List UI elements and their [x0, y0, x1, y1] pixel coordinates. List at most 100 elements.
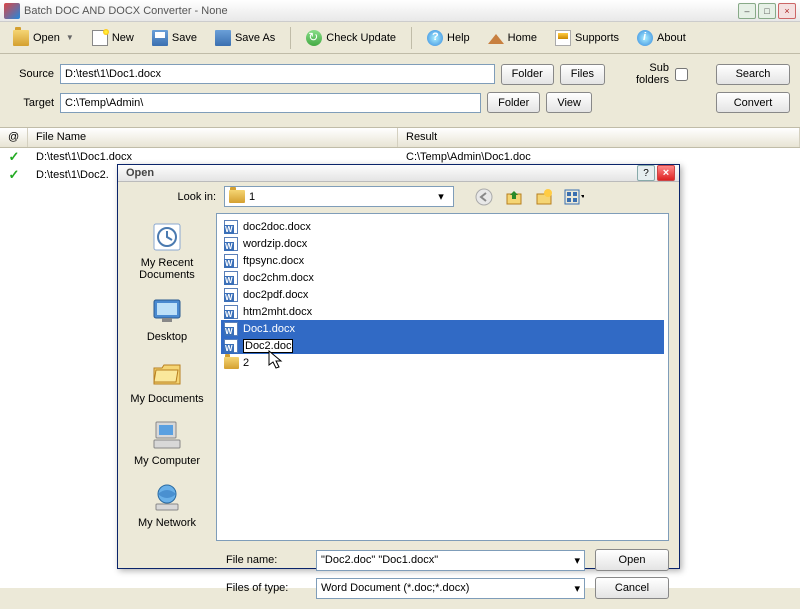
- folder-item[interactable]: 2: [221, 354, 664, 371]
- support-icon: [555, 30, 571, 46]
- about-icon: [637, 30, 653, 46]
- home-icon: [488, 28, 504, 44]
- place-mydocs[interactable]: My Documents: [125, 353, 209, 413]
- mydocs-icon: [149, 357, 185, 389]
- dialog-help-button[interactable]: ?: [637, 165, 655, 181]
- supports-button[interactable]: Supports: [548, 26, 626, 50]
- doc-icon: [223, 253, 239, 269]
- minimize-button[interactable]: –: [738, 3, 756, 19]
- place-label: My Network: [125, 517, 209, 529]
- home-label: Home: [508, 32, 537, 44]
- file-name: Doc1.docx: [243, 323, 295, 335]
- dialog-close-button[interactable]: ×: [657, 165, 675, 181]
- doc-icon: [223, 236, 239, 252]
- save-icon: [152, 30, 168, 46]
- up-icon[interactable]: [504, 187, 524, 207]
- file-name: ftpsync.docx: [243, 255, 304, 267]
- subfolders-label: Sub folders: [625, 62, 669, 86]
- doc-icon: [223, 219, 239, 235]
- target-input[interactable]: [60, 93, 481, 113]
- place-desktop[interactable]: Desktop: [125, 291, 209, 351]
- dialog-open-button[interactable]: Open: [595, 549, 669, 571]
- place-recent[interactable]: My Recent Documents: [125, 217, 209, 289]
- filetype-value: Word Document (*.doc;*.docx): [321, 582, 469, 594]
- file-item[interactable]: doc2doc.docx: [221, 218, 664, 235]
- source-input[interactable]: [60, 64, 495, 84]
- place-mynet[interactable]: My Network: [125, 477, 209, 537]
- filetype-label: Files of type:: [226, 582, 306, 594]
- target-label: Target: [10, 97, 54, 109]
- close-button[interactable]: ×: [778, 3, 796, 19]
- target-view-button[interactable]: View: [546, 92, 592, 113]
- place-label: My Recent Documents: [125, 257, 209, 281]
- separator: [290, 27, 291, 49]
- source-files-button[interactable]: Files: [560, 64, 605, 85]
- help-icon: [427, 30, 443, 46]
- filename-value: "Doc2.doc" "Doc1.docx": [321, 554, 438, 566]
- cell-filename: D:\test\1\Doc1.docx: [28, 151, 398, 163]
- file-item[interactable]: doc2chm.docx: [221, 269, 664, 286]
- dialog-titlebar: Open ? ×: [118, 165, 679, 182]
- place-mycomp[interactable]: My Computer: [125, 415, 209, 475]
- doc-icon: [223, 304, 239, 320]
- about-button[interactable]: About: [630, 26, 693, 50]
- main-titlebar: Batch DOC AND DOCX Converter - None – □ …: [0, 0, 800, 22]
- home-button[interactable]: Home: [481, 26, 544, 50]
- new-button[interactable]: New: [85, 26, 141, 50]
- save-label: Save: [172, 32, 197, 44]
- lookin-combo[interactable]: 1 ▾: [224, 186, 454, 207]
- file-item[interactable]: Doc2.doc: [221, 337, 664, 354]
- filename-combo[interactable]: "Doc2.doc" "Doc1.docx" ▾: [316, 550, 585, 571]
- folder-icon: [223, 355, 239, 371]
- app-icon: [4, 3, 20, 19]
- dialog-body: My Recent Documents Desktop My Documents…: [118, 211, 679, 543]
- open-button[interactable]: Open▼: [6, 26, 81, 50]
- help-button[interactable]: Help: [420, 26, 477, 50]
- help-label: Help: [447, 32, 470, 44]
- search-button[interactable]: Search: [716, 64, 790, 85]
- subfolders-checkbox[interactable]: [675, 68, 688, 81]
- new-folder-icon[interactable]: [534, 187, 554, 207]
- col-result[interactable]: Result: [398, 128, 800, 147]
- recent-icon: [149, 221, 185, 253]
- file-item[interactable]: Doc1.docx: [221, 320, 664, 337]
- lookin-row: Look in: 1 ▾: [118, 182, 679, 211]
- chevron-down-icon[interactable]: ▼: [66, 33, 74, 42]
- dialog-cancel-button[interactable]: Cancel: [595, 577, 669, 599]
- convert-button[interactable]: Convert: [716, 92, 790, 113]
- source-row: Source Folder Files Sub folders Search: [10, 62, 790, 86]
- file-item[interactable]: htm2mht.docx: [221, 303, 664, 320]
- view-menu-icon[interactable]: [564, 187, 584, 207]
- new-icon: [92, 30, 108, 46]
- back-icon[interactable]: [474, 187, 494, 207]
- dialog-bottom: File name: "Doc2.doc" "Doc1.docx"▾ Open …: [118, 543, 679, 609]
- check-update-button[interactable]: Check Update: [299, 26, 403, 50]
- place-label: My Computer: [125, 455, 209, 467]
- save-as-button[interactable]: Save As: [208, 26, 282, 50]
- chevron-down-icon[interactable]: ▾: [574, 554, 580, 567]
- mycomp-icon: [149, 419, 185, 451]
- source-folder-button[interactable]: Folder: [501, 64, 554, 85]
- filename-label: File name:: [226, 554, 306, 566]
- col-filename[interactable]: File Name: [28, 128, 398, 147]
- filename-row: File name: "Doc2.doc" "Doc1.docx" ▾ Open: [226, 549, 669, 571]
- target-folder-button[interactable]: Folder: [487, 92, 540, 113]
- list-header: @ File Name Result: [0, 128, 800, 148]
- file-list[interactable]: doc2doc.docxwordzip.docx ftpsync.docx doc2…: [216, 213, 669, 541]
- separator: [411, 27, 412, 49]
- chevron-down-icon[interactable]: ▾: [574, 582, 580, 595]
- file-item[interactable]: wordzip.docx: [221, 235, 664, 252]
- file-item[interactable]: doc2pdf.docx: [221, 286, 664, 303]
- chevron-down-icon[interactable]: ▾: [433, 190, 449, 203]
- save-button[interactable]: Save: [145, 26, 204, 50]
- open-icon: [13, 30, 29, 46]
- filetype-combo[interactable]: Word Document (*.doc;*.docx) ▾: [316, 578, 585, 599]
- doc-icon: [223, 338, 239, 354]
- maximize-button[interactable]: □: [758, 3, 776, 19]
- cell-result: C:\Temp\Admin\Doc1.doc: [398, 151, 800, 163]
- file-item[interactable]: ftpsync.docx: [221, 252, 664, 269]
- col-status[interactable]: @: [0, 128, 28, 147]
- open-dialog: Open ? × Look in: 1 ▾ My Recent Document…: [117, 164, 680, 569]
- form-area: Source Folder Files Sub folders Search T…: [0, 54, 800, 128]
- check-icon: ✓: [9, 149, 20, 164]
